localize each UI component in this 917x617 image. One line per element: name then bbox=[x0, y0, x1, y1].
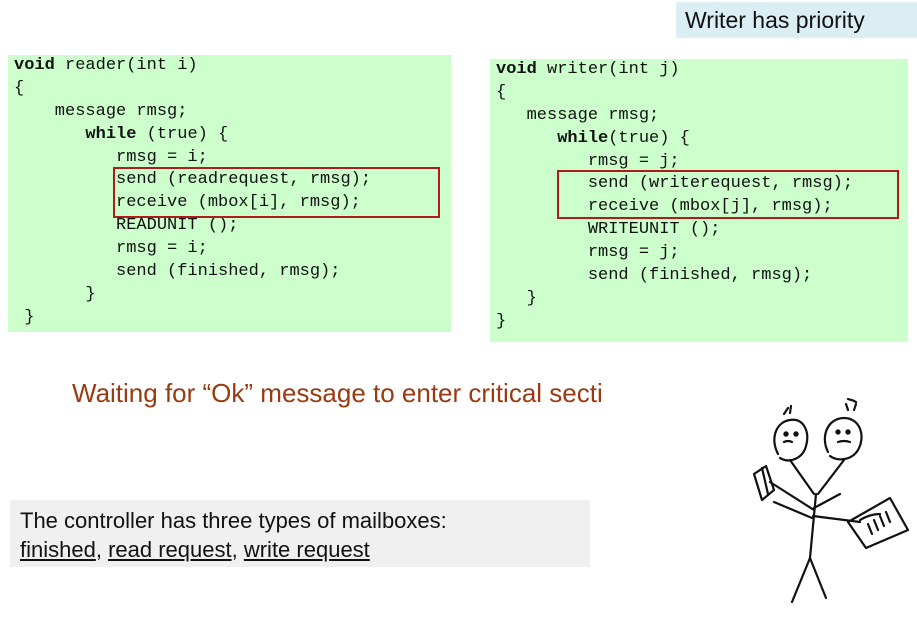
code-line: { bbox=[496, 82, 507, 102]
code-line: rmsg = j; bbox=[496, 243, 680, 263]
code-line-text: writer(int j) bbox=[547, 60, 680, 79]
code-line: READUNIT (); bbox=[14, 216, 239, 236]
mailbox-write-request: write request bbox=[243, 537, 370, 562]
two-headed-stick-figure-illustration bbox=[752, 398, 910, 604]
code-line: } bbox=[14, 284, 96, 304]
separator: , bbox=[231, 537, 244, 562]
code-line-text: while(true) { bbox=[557, 128, 690, 148]
code-line: rmsg = i; bbox=[14, 239, 208, 259]
separator: , bbox=[95, 537, 109, 562]
mailbox-note: The controller has three types of mailbo… bbox=[10, 500, 590, 567]
code-line: void writer(int j) bbox=[496, 60, 680, 79]
code-line: send (finished, rmsg); bbox=[14, 262, 341, 282]
code-line-text: while (true) { bbox=[85, 124, 229, 144]
code-line: while(true) { bbox=[496, 128, 902, 151]
code-line: } bbox=[496, 311, 507, 331]
writer-highlight-box bbox=[557, 170, 899, 219]
mailbox-read-request: read request bbox=[108, 537, 232, 562]
code-line: } bbox=[496, 288, 537, 308]
waiting-caption: Waiting for “Ok” message to enter critic… bbox=[72, 378, 603, 408]
code-line: message rmsg; bbox=[14, 101, 188, 121]
code-line: } bbox=[14, 307, 35, 327]
code-line: { bbox=[14, 78, 25, 98]
reader-highlight-box bbox=[113, 167, 440, 218]
mailbox-finished: finished bbox=[20, 537, 96, 562]
note-line-2: finished, read request, write request bbox=[20, 535, 580, 564]
priority-badge: Writer has priority bbox=[676, 2, 917, 38]
code-line: message rmsg; bbox=[496, 105, 660, 125]
code-line-text: reader(int i) bbox=[65, 56, 198, 75]
code-line: WRITEUNIT (); bbox=[496, 220, 721, 240]
note-line-1: The controller has three types of mailbo… bbox=[20, 508, 447, 533]
code-line: void reader(int i) bbox=[14, 56, 198, 75]
code-line: while (true) { bbox=[14, 124, 445, 147]
code-line: send (finished, rmsg); bbox=[496, 266, 813, 286]
